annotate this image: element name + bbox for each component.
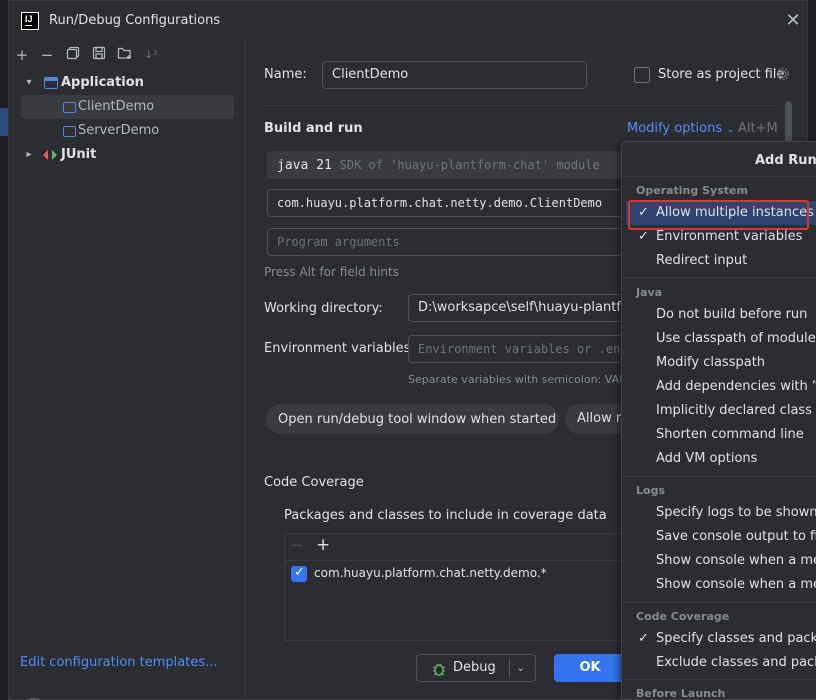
copy-icon[interactable] [63, 45, 83, 65]
edit-templates-link[interactable]: Edit configuration templates... [20, 655, 218, 670]
coverage-entry-label: com.huayu.platform.chat.netty.demo.* [314, 566, 547, 580]
jdk-description: SDK of 'huayu-plantform-chat' module [339, 158, 600, 172]
chevron-down-icon: ⌄ [726, 124, 735, 135]
split-divider [509, 658, 510, 678]
junit-icon [43, 150, 57, 160]
environment-variables-hint: Separate variables with semicolon: VAR= [408, 373, 636, 386]
tree-item-serverdemo[interactable]: ServerDemo [21, 119, 234, 143]
group-code-coverage: Code Coverage [636, 610, 730, 623]
remove-icon[interactable]: − [37, 45, 57, 65]
popup-item-save-console[interactable]: Save console output to file [656, 529, 816, 544]
coverage-packages-label: Packages and classes to include in cover… [284, 508, 607, 523]
tree-item-label: ClientDemo [78, 99, 155, 114]
background-ide-strip [0, 108, 8, 136]
popup-item-show-console-stdout[interactable]: Show console when a messa [656, 553, 816, 568]
name-label: Name: [264, 67, 307, 82]
check-icon: ✓ [638, 631, 649, 646]
popup-item-specify-classes[interactable]: Specify classes and packag [656, 631, 816, 646]
name-input[interactable]: ClientDemo [322, 61, 587, 89]
popup-item-environment-variables[interactable]: Environment variables [656, 229, 802, 244]
working-directory-label: Working directory: [264, 301, 383, 316]
intellij-logo-icon: IJ [21, 12, 39, 30]
field-hint: Press Alt for field hints [264, 265, 399, 279]
title-bar: IJ Run/Debug Configurations ✕ [9, 1, 809, 41]
coverage-packages-list: − + com.huayu.platform.chat.netty.demo.* [284, 533, 630, 641]
debug-label: Debug [453, 660, 496, 675]
popup-separator [622, 602, 816, 603]
new-folder-icon[interactable] [115, 45, 135, 65]
environment-variables-input[interactable]: Environment variables or .env [408, 335, 629, 363]
popup-item-shorten-command[interactable]: Shorten command line [656, 427, 804, 442]
popup-item-redirect-input[interactable]: Redirect input [656, 253, 747, 268]
popup-separator [622, 277, 816, 278]
debug-button[interactable]: Debug ⌄ [416, 654, 536, 682]
tree-node-application[interactable]: ▾ Application [21, 71, 234, 95]
popup-item-specify-logs[interactable]: Specify logs to be shown in [656, 505, 816, 520]
working-directory-input[interactable]: D:\worksapce\self\huayu-plantform [408, 294, 629, 322]
group-operating-system: Operating System [636, 184, 748, 197]
application-config-icon [63, 126, 76, 137]
add-icon[interactable]: + [12, 45, 32, 65]
jdk-select[interactable]: java 21 SDK of 'huayu-plantform-chat' mo… [267, 151, 629, 179]
popup-separator [622, 679, 816, 680]
tree-label-junit: JUnit [61, 147, 97, 162]
save-icon[interactable] [89, 45, 109, 65]
popup-separator [622, 176, 816, 177]
code-coverage-title: Code Coverage [264, 475, 364, 490]
popup-item-exclude-classes[interactable]: Exclude classes and packag [656, 655, 816, 670]
configurations-sidebar: + − ↓² ▾ Application ClientDemo ServerDe… [9, 41, 246, 700]
popup-item-show-console-stderr[interactable]: Show console when a messa [656, 577, 816, 592]
popup-item-use-classpath[interactable]: Use classpath of module [656, 331, 816, 346]
chip-open-tool-window[interactable]: Open run/debug tool window when started✕ [266, 404, 559, 434]
group-before-launch: Before Launch [636, 687, 726, 700]
popup-item-add-dependencies[interactable]: Add dependencies with “pro [656, 379, 816, 394]
popup-title: Add Run O [755, 153, 816, 168]
jdk-name: java 21 [277, 158, 332, 173]
sort-icon[interactable]: ↓² [141, 45, 161, 65]
coverage-entry-checkbox[interactable] [291, 565, 307, 582]
store-as-project-label: Store as project file [658, 67, 785, 82]
modify-options-link[interactable]: Modify options ⌄ [627, 121, 735, 136]
popup-separator [622, 476, 816, 477]
popup-item-add-vm-options[interactable]: Add VM options [656, 451, 757, 466]
close-icon[interactable]: ✕ [783, 11, 803, 31]
tree-label-application: Application [61, 75, 144, 90]
chip-label: Open run/debug tool window when started [278, 412, 557, 427]
program-arguments-input[interactable]: Program arguments [267, 228, 629, 256]
highlight-annotation [628, 200, 809, 230]
main-class-input[interactable]: com.huayu.platform.chat.netty.demo.Clien… [267, 189, 629, 217]
application-config-icon [63, 102, 76, 113]
tree-item-clientdemo[interactable]: ClientDemo [21, 95, 234, 119]
ok-button[interactable]: OK [554, 654, 626, 682]
modify-options-label: Modify options [627, 121, 723, 136]
window-title: Run/Debug Configurations [49, 13, 221, 28]
popup-item-do-not-build[interactable]: Do not build before run [656, 307, 807, 322]
application-icon [44, 77, 58, 89]
environment-variables-label: Environment variables: [264, 341, 415, 356]
popup-item-implicit-class[interactable]: Implicitly declared class run [656, 403, 816, 418]
popup-item-modify-classpath[interactable]: Modify classpath [656, 355, 765, 370]
list-toolbar-separator [285, 560, 630, 561]
chevron-down-icon[interactable]: ⌄ [516, 655, 525, 681]
chevron-right-icon[interactable]: ▸ [23, 143, 35, 167]
build-and-run-title: Build and run [264, 121, 363, 136]
group-logs: Logs [636, 484, 665, 497]
chevron-down-icon[interactable]: ▾ [23, 71, 35, 95]
check-icon: ✓ [638, 229, 649, 244]
tree-node-junit[interactable]: ▸ JUnit [21, 143, 234, 167]
tree-item-label: ServerDemo [78, 123, 160, 138]
store-as-project-checkbox[interactable] [634, 67, 650, 83]
section-separator [264, 105, 779, 106]
add-icon[interactable]: + [316, 535, 330, 555]
bug-icon [432, 663, 446, 676]
remove-icon[interactable]: − [291, 536, 304, 554]
modify-options-shortcut: Alt+M [738, 121, 778, 136]
gear-icon[interactable] [776, 67, 790, 81]
group-java: Java [636, 286, 663, 299]
